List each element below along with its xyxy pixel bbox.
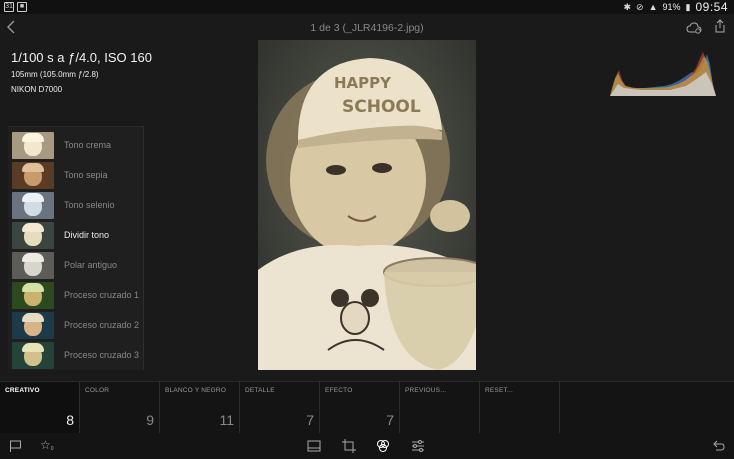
main-photo[interactable]: HAPPY SCHOOL [258, 40, 476, 370]
preset-label: Proceso cruzado 3 [64, 350, 140, 360]
tab-label: COLOR [85, 387, 110, 394]
tab-label: PREVIOUS... [405, 387, 447, 394]
preset-thumbnail [12, 131, 54, 159]
preset-label: Proceso cruzado 2 [64, 320, 140, 330]
tab-reset[interactable]: RESET... [480, 382, 560, 434]
preset-thumbnail [12, 311, 54, 339]
tab-detalle[interactable]: DETALLE 7 [240, 382, 320, 434]
battery-percent: 91% [662, 2, 681, 12]
undo-button[interactable] [711, 439, 725, 453]
undo-icon [713, 440, 725, 451]
tab-label: RESET... [485, 387, 513, 394]
histogram[interactable] [610, 50, 716, 96]
mute-icon: ⊘ [636, 1, 644, 12]
preset-label: Dividir tono [64, 230, 110, 240]
cloud-sync-button[interactable] [686, 21, 702, 34]
tab-efecto[interactable]: EFECTO 7 [320, 382, 400, 434]
tab-creativo[interactable]: CREATIVO 8 [0, 382, 80, 434]
adjust-button[interactable] [411, 439, 425, 453]
exif-camera: NIKON D7000 [11, 85, 63, 94]
preset-item-tono-sepia[interactable]: Tono sepia [12, 161, 142, 189]
tab-count: 8 [66, 412, 74, 428]
tab-count: 7 [306, 412, 314, 428]
calendar-notification-icon: 31 [4, 2, 14, 12]
preset-thumbnail [12, 161, 54, 189]
exif-lens: 105mm (105.0mm ƒ/2.8) [11, 70, 99, 79]
preset-thumbnail [12, 251, 54, 279]
preset-item-tono-selenio[interactable]: Tono selenio [12, 191, 142, 219]
preset-thumbnail [12, 281, 54, 309]
share-icon [715, 19, 725, 33]
flag-icon [10, 440, 21, 452]
crop-icon [342, 439, 356, 453]
preset-label: Tono selenio [64, 200, 115, 210]
tab-label: BLANCO Y NEGRO [165, 387, 227, 394]
flag-button[interactable] [9, 439, 23, 453]
preset-thumbnail [12, 221, 54, 249]
rating-button[interactable]: ☆0 [40, 438, 54, 452]
presets-icon [377, 440, 389, 452]
svg-text:SCHOOL: SCHOOL [342, 97, 421, 117]
presets-button[interactable] [376, 439, 390, 453]
share-button[interactable] [713, 19, 727, 33]
tab-label: DETALLE [245, 387, 275, 394]
clock: 09:54 [695, 0, 728, 14]
app-notification-icon: ■ [17, 2, 27, 12]
tab-count: 11 [219, 412, 234, 428]
crop-button[interactable] [342, 439, 356, 453]
system-status-bar: 31 ■ ✱ ⊘ ▲ 91% ▮ 09:54 [0, 0, 734, 14]
wifi-icon: ▲ [648, 2, 658, 12]
filmstrip-button[interactable] [307, 439, 321, 453]
preset-category-tabs: CREATIVO 8 COLOR 9 BLANCO Y NEGRO 11 DET… [0, 381, 734, 434]
image-title: 1 de 3 (_JLR4196-2.jpg) [310, 22, 424, 34]
preset-list-panel: Tono crema Tono sepia Tono selenio Divid… [8, 126, 144, 370]
preset-thumbnail [12, 191, 54, 219]
cloud-icon [686, 22, 702, 34]
bottom-toolbar: ☆0 [0, 433, 734, 459]
preset-item-proceso-cruzado-3[interactable]: Proceso cruzado 3 [12, 341, 142, 369]
preset-label: Proceso cruzado 1 [64, 290, 140, 300]
preset-thumbnail [12, 341, 54, 369]
star-count: 0 [50, 446, 54, 452]
preset-item-proceso-cruzado-2[interactable]: Proceso cruzado 2 [12, 311, 142, 339]
exif-exposure: 1/100 s a ƒ/4.0, ISO 160 [11, 50, 152, 65]
preset-item-proceso-cruzado-1[interactable]: Proceso cruzado 1 [12, 281, 142, 309]
preset-label: Polar antiguo [64, 260, 118, 270]
star-icon: ☆ [40, 438, 51, 452]
tab-previous[interactable]: PREVIOUS... [400, 382, 480, 434]
tab-blanco-y-negro[interactable]: BLANCO Y NEGRO 11 [160, 382, 240, 434]
tab-count: 7 [386, 412, 394, 428]
tab-color[interactable]: COLOR 9 [80, 382, 160, 434]
tab-label: CREATIVO [5, 387, 40, 394]
bluetooth-icon: ✱ [623, 1, 632, 12]
preset-item-tono-crema[interactable]: Tono crema [12, 131, 142, 159]
tab-label: EFECTO [325, 387, 353, 394]
preset-label: Tono sepia [64, 170, 108, 180]
preset-label: Tono crema [64, 140, 112, 150]
notification-icons: 31 ■ [4, 2, 27, 12]
battery-icon: ▮ [685, 1, 691, 12]
svg-text:HAPPY: HAPPY [334, 74, 392, 92]
preset-item-dividir-tono[interactable]: Dividir tono [12, 221, 142, 249]
preset-item-polar-antiguo[interactable]: Polar antiguo [12, 251, 142, 279]
filmstrip-icon [307, 440, 321, 452]
tab-count: 9 [146, 412, 154, 428]
adjust-icon [412, 440, 424, 452]
